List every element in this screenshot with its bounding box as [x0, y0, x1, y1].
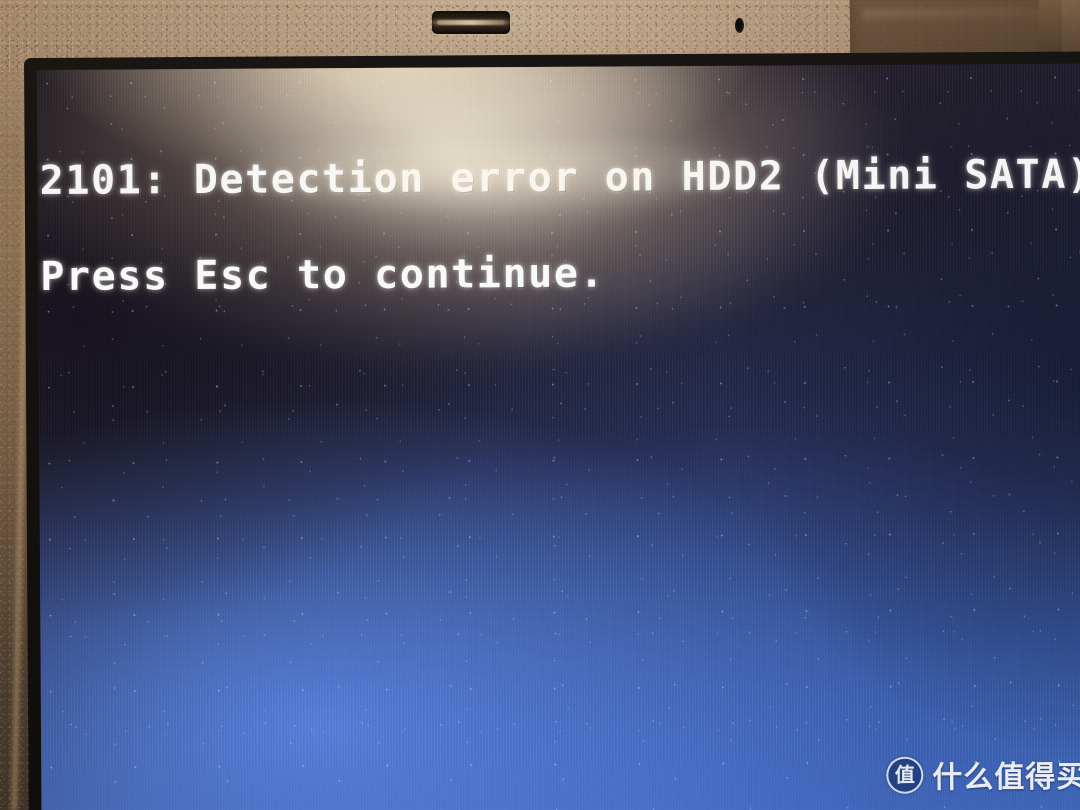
- screen-glare-hotspot: [186, 63, 729, 260]
- glare-wash-over-text: [252, 139, 773, 219]
- lcd-pixel-lines: [37, 63, 1080, 810]
- smzdm-logo-icon: 值: [886, 756, 924, 794]
- watermark-text: 什么值得买: [932, 759, 1080, 796]
- microphone-hole-icon: [735, 18, 744, 33]
- screen-dust-specks: [37, 63, 1080, 810]
- screen-glare: [37, 63, 899, 371]
- webcam-slot-icon: [432, 11, 510, 34]
- watermark: 值 什么值得买: [886, 752, 1080, 797]
- bios-prompt-line: Press Esc to continue.: [40, 250, 606, 300]
- lcd-panel: 2101: Detection error on HDD2 (Mini SATA…: [37, 63, 1080, 810]
- laptop-photo: 2101: Detection error on HDD2 (Mini SATA…: [0, 0, 1080, 810]
- bios-error-line: 2101: Detection error on HDD2 (Mini SATA…: [39, 151, 1080, 204]
- screen-vignette: [37, 63, 1080, 810]
